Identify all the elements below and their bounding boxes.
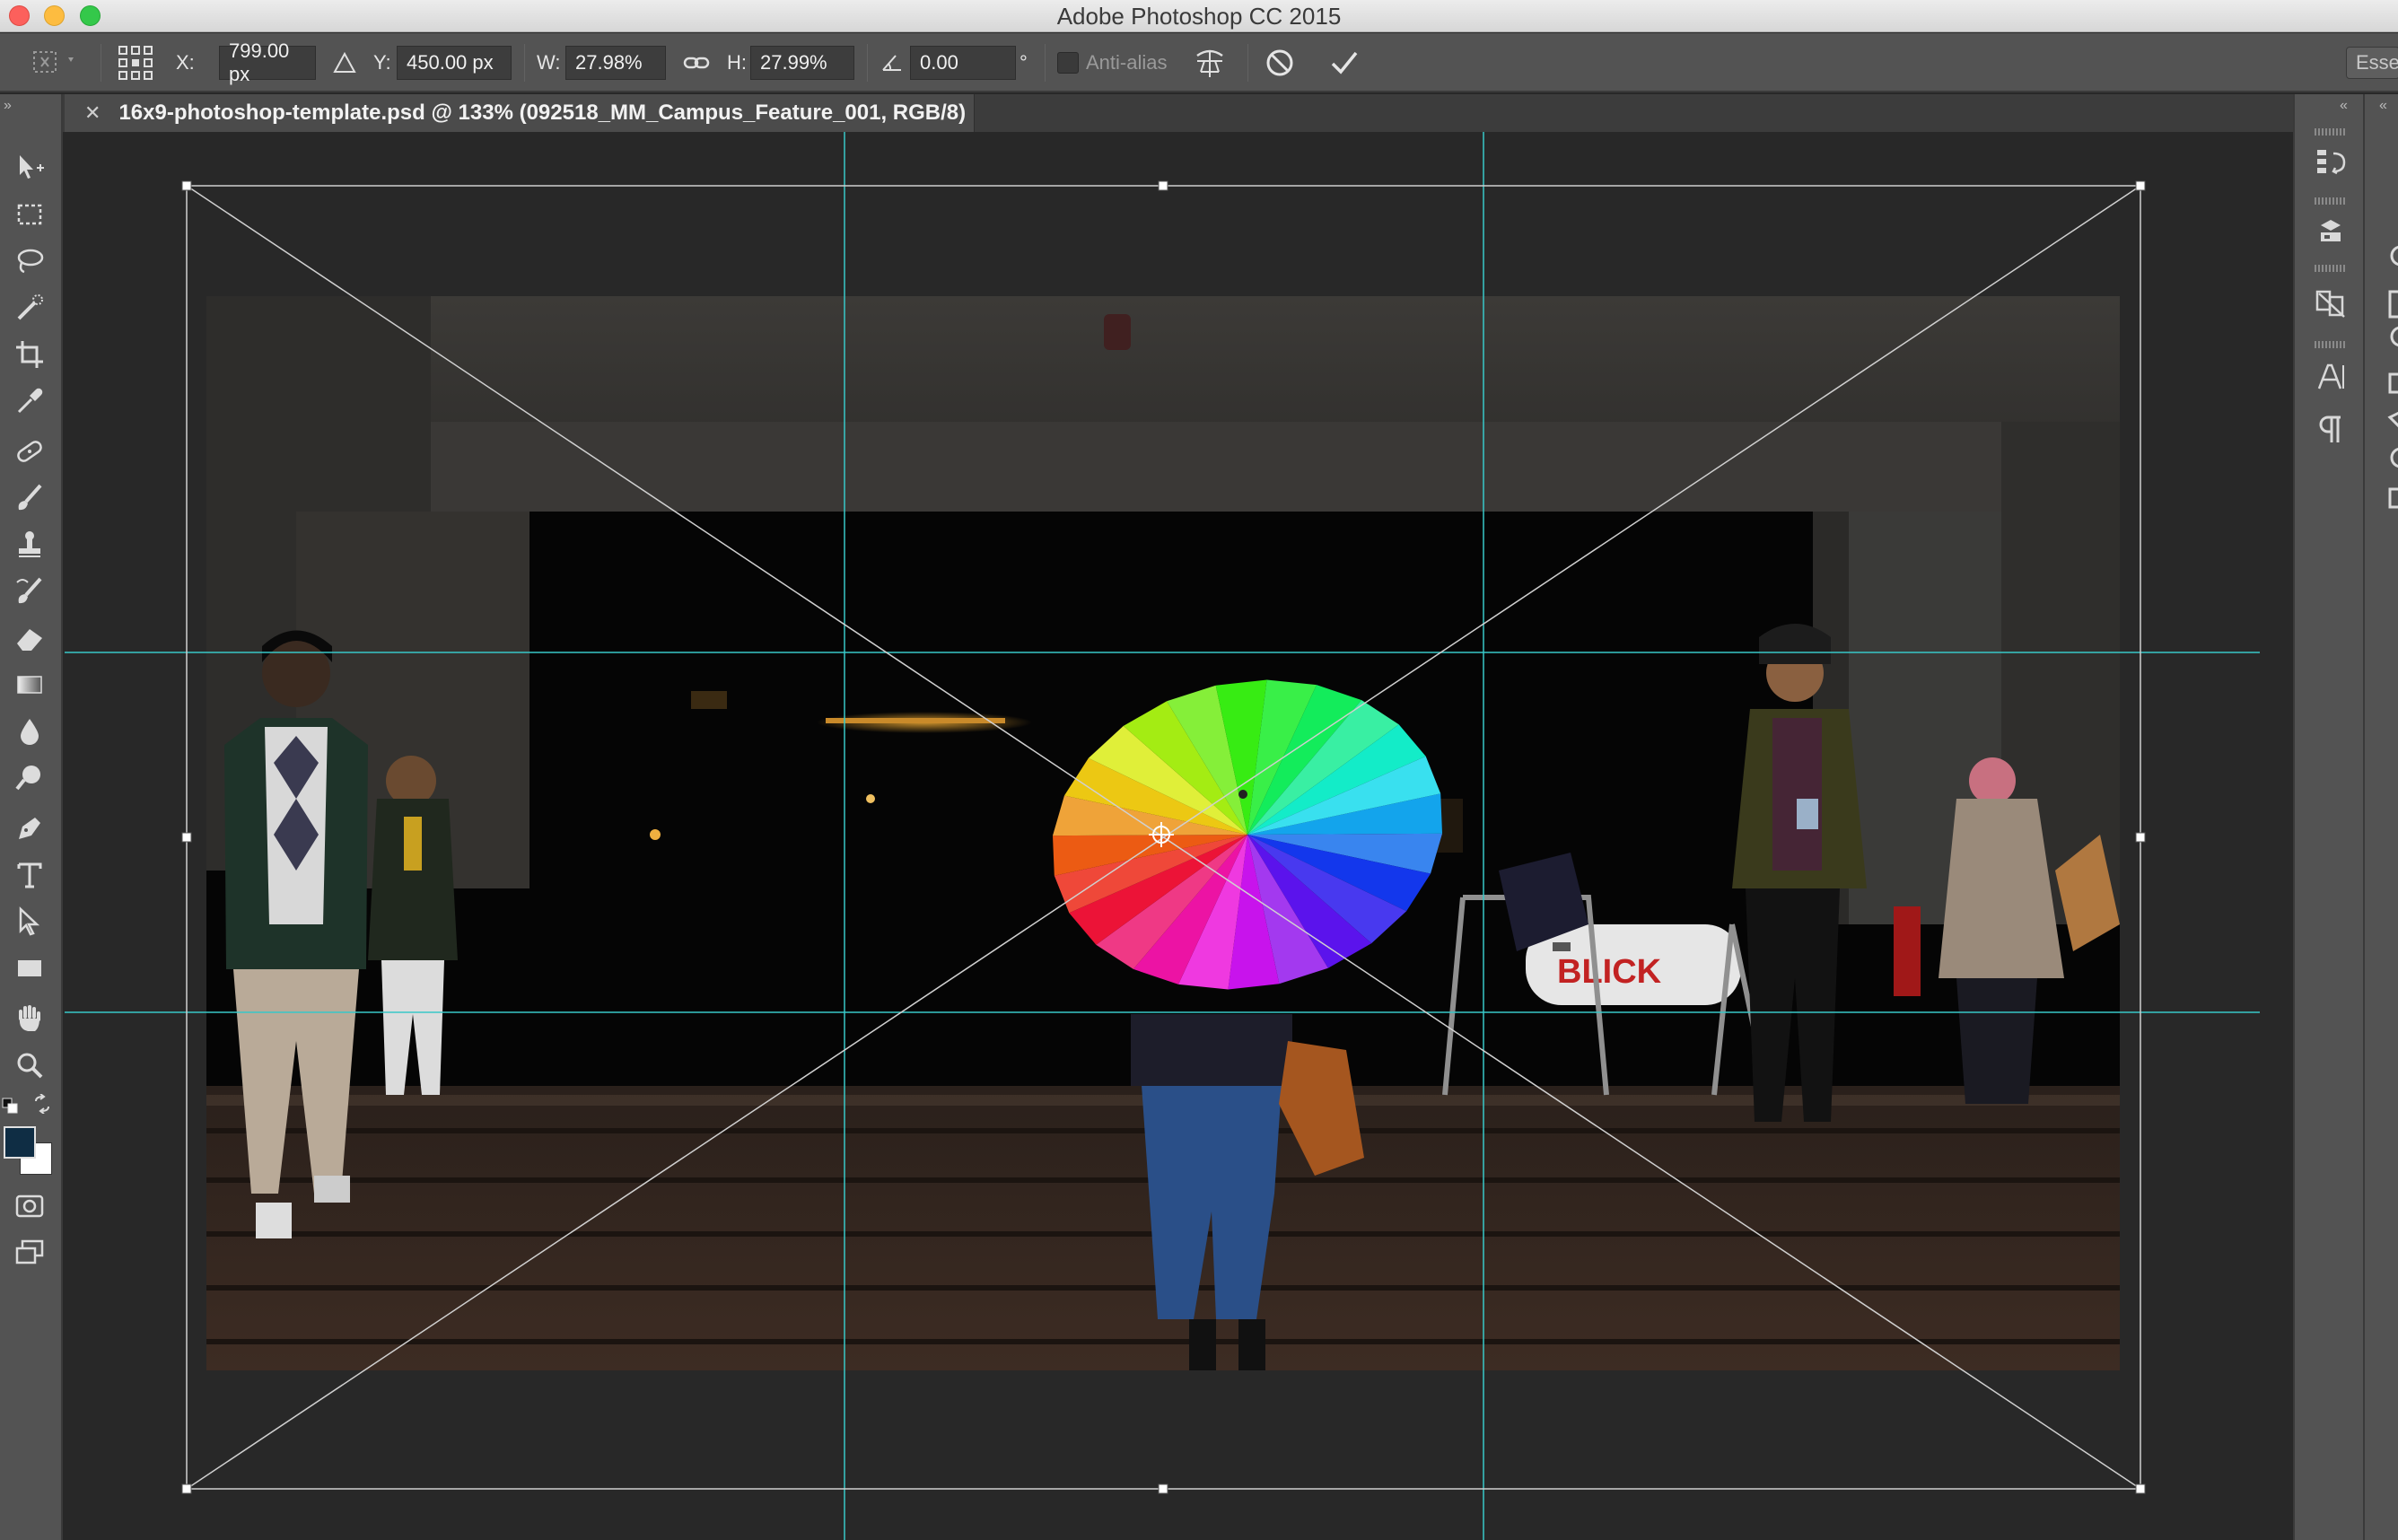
clone-stamp-tool-icon[interactable]	[10, 525, 49, 564]
layer-comps-panel-icon[interactable]	[2310, 283, 2351, 324]
dock-expand-icon[interactable]: «	[2379, 98, 2387, 114]
path-selection-tool-icon[interactable]	[10, 902, 49, 941]
reference-point-locator[interactable]	[117, 33, 154, 92]
document-tab-title: 16x9-photoshop-template.psd @ 133% (0925…	[118, 101, 967, 125]
transform-preset-icon	[33, 51, 74, 73]
handle-middle-left[interactable]	[181, 832, 192, 843]
w-label: W:	[537, 51, 561, 74]
commit-transform-icon[interactable]	[1328, 47, 1361, 79]
quick-selection-tool-icon[interactable]	[10, 288, 49, 328]
app-title: Adobe Photoshop CC 2015	[1056, 3, 1342, 30]
history-panel-icon[interactable]	[2310, 141, 2351, 182]
handle-top-right[interactable]	[2135, 180, 2146, 191]
move-tool-icon[interactable]	[10, 148, 49, 188]
brush-tool-icon[interactable]	[10, 478, 49, 518]
rectangle-tool-icon[interactable]	[10, 949, 49, 988]
character-panel-icon[interactable]	[2310, 356, 2351, 398]
quick-mask-icon[interactable]	[10, 1186, 49, 1225]
panel-dock-column: «	[2293, 94, 2365, 1540]
rotation-angle-field[interactable]: 0.00	[910, 46, 1016, 80]
rotate-angle-icon	[882, 55, 901, 71]
anti-alias-label: Anti-alias	[1086, 51, 1168, 74]
handle-bottom-left[interactable]	[181, 1483, 192, 1494]
anti-alias-checkbox[interactable]	[1057, 52, 1079, 74]
x-label: X:	[176, 51, 195, 74]
y-label: Y:	[373, 51, 391, 74]
crop-tool-icon[interactable]	[10, 335, 49, 374]
document-tab-strip: ✕ 16x9-photoshop-template.psd @ 133% (09…	[63, 94, 2293, 132]
title-bar: Adobe Photoshop CC 2015	[0, 0, 2398, 32]
degree-unit: °	[1020, 51, 1028, 74]
pen-tool-icon[interactable]	[10, 809, 49, 848]
properties-panel-icon[interactable]	[2310, 209, 2351, 250]
document-canvas[interactable]: BLICK	[65, 132, 2293, 1540]
reference-grid-icon	[118, 46, 153, 80]
transform-overlay[interactable]	[65, 132, 2293, 1540]
swap-colors-icon[interactable]	[32, 1093, 52, 1115]
paragraph-panel-icon[interactable]	[2310, 408, 2351, 450]
x-position-field[interactable]: 799.00 px	[219, 39, 316, 85]
panel-dock: « «	[2293, 94, 2398, 1540]
foreground-color-swatch[interactable]	[4, 1126, 36, 1159]
eyedropper-tool-icon[interactable]	[10, 381, 49, 421]
eraser-tool-icon[interactable]	[10, 618, 49, 658]
hand-tool-icon[interactable]	[10, 999, 49, 1038]
height-field[interactable]: 27.99%	[750, 46, 854, 80]
reference-point-icon[interactable]	[1149, 822, 1174, 847]
width-field[interactable]: 27.98%	[565, 46, 666, 80]
type-tool-icon[interactable]	[10, 855, 49, 895]
handle-bottom-center[interactable]	[1158, 1483, 1168, 1494]
document-tab[interactable]: ✕ 16x9-photoshop-template.psd @ 133% (09…	[65, 94, 975, 132]
zoom-tool-icon[interactable]	[10, 1046, 49, 1085]
handle-middle-right[interactable]	[2135, 832, 2146, 843]
h-label: H:	[727, 51, 747, 74]
blur-tool-icon[interactable]	[10, 712, 49, 751]
handle-top-center[interactable]	[1158, 180, 1168, 191]
secondary-panel-icons[interactable]	[2383, 148, 2398, 615]
tool-preset-picker[interactable]	[29, 33, 83, 92]
handle-top-left[interactable]	[181, 180, 192, 191]
cancel-transform-icon[interactable]	[1264, 47, 1296, 79]
tools-panel: »	[0, 94, 63, 1540]
gradient-tool-icon[interactable]	[10, 665, 49, 704]
link-icon[interactable]	[682, 52, 711, 74]
history-brush-tool-icon[interactable]	[10, 572, 49, 611]
panel-collapse-icon[interactable]: »	[4, 98, 12, 114]
screen-mode-icon[interactable]	[10, 1232, 49, 1272]
lasso-tool-icon[interactable]	[10, 241, 49, 281]
marquee-tool-icon[interactable]	[10, 195, 49, 234]
dock-collapse-icon[interactable]: «	[2340, 98, 2348, 114]
relative-positioning-icon[interactable]	[332, 51, 357, 74]
healing-brush-tool-icon[interactable]	[10, 432, 49, 471]
y-position-field[interactable]: 450.00 px	[397, 46, 512, 80]
default-colors-icon[interactable]	[2, 1098, 20, 1116]
dodge-tool-icon[interactable]	[10, 758, 49, 798]
workspace-switcher[interactable]: Esse	[2346, 47, 2398, 79]
options-bar: X: 799.00 px Y: 450.00 px W: 27.98% H: 2…	[0, 33, 2398, 92]
handle-bottom-right[interactable]	[2135, 1483, 2146, 1494]
close-tab-icon[interactable]: ✕	[84, 101, 101, 125]
warp-mode-icon[interactable]	[1192, 45, 1228, 81]
